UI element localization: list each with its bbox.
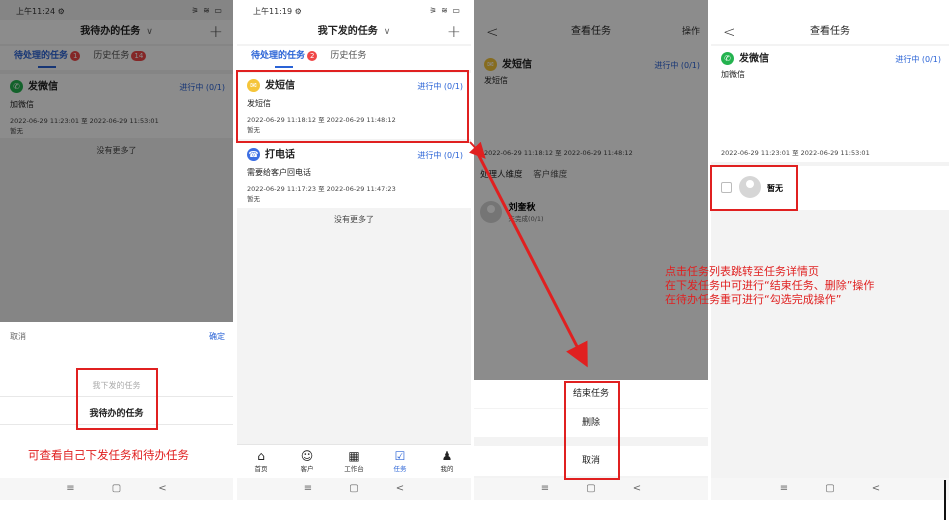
annotation-line: 在待办任务重可进行“勾选完成操作” — [665, 293, 842, 306]
annotation-text: 点击任务列表跳转至任务详情页 在下发任务中可进行“结束任务、删除”操作 在待办任… — [665, 265, 874, 307]
arrow-to-actions — [474, 149, 588, 368]
annotation-line: 点击任务列表跳转至任务详情页 — [665, 265, 819, 278]
annotation-arrows — [468, 141, 588, 368]
canvas: 上午11:24 ⚙ ⚞ ≋ ▭ 我待办的任务 ∨ + 待处理的任务 1 历史任务 14… — [0, 0, 949, 527]
annotation-line: 在下发任务中可进行“结束任务、删除”操作 — [665, 279, 875, 292]
